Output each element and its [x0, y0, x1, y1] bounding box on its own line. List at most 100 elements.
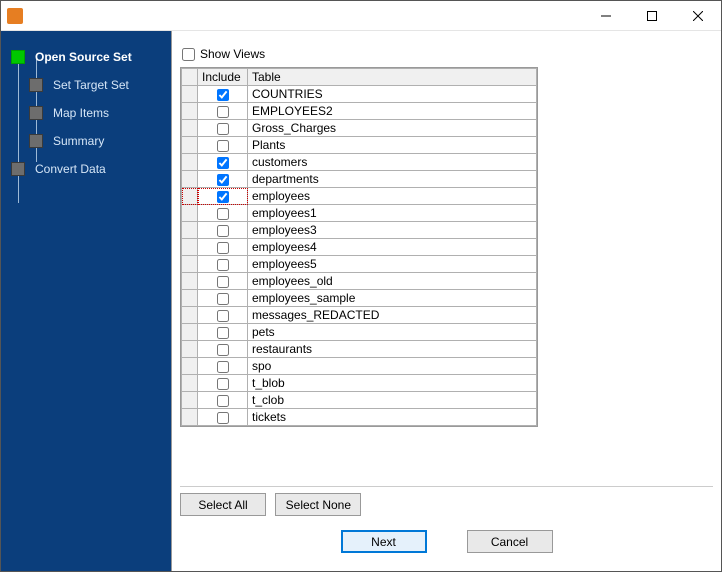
- select-all-button[interactable]: Select All: [180, 493, 266, 516]
- include-checkbox[interactable]: [217, 242, 229, 254]
- include-checkbox[interactable]: [217, 361, 229, 373]
- table-row[interactable]: messages_REDACTED: [182, 307, 537, 324]
- table-name-cell[interactable]: customers: [248, 154, 537, 171]
- include-cell[interactable]: [198, 273, 248, 290]
- row-gutter[interactable]: [182, 86, 198, 103]
- include-checkbox[interactable]: [217, 293, 229, 305]
- table-row[interactable]: employees: [182, 188, 537, 205]
- row-gutter[interactable]: [182, 222, 198, 239]
- close-button[interactable]: [675, 1, 721, 31]
- include-checkbox[interactable]: [217, 174, 229, 186]
- table-name-cell[interactable]: employees5: [248, 256, 537, 273]
- include-checkbox[interactable]: [217, 123, 229, 135]
- row-gutter[interactable]: [182, 358, 198, 375]
- table-row[interactable]: spo: [182, 358, 537, 375]
- include-cell[interactable]: [198, 409, 248, 426]
- include-cell[interactable]: [198, 307, 248, 324]
- table-name-cell[interactable]: employees4: [248, 239, 537, 256]
- include-cell[interactable]: [198, 222, 248, 239]
- table-name-cell[interactable]: tickets: [248, 409, 537, 426]
- row-gutter[interactable]: [182, 103, 198, 120]
- table-row[interactable]: tickets: [182, 409, 537, 426]
- wizard-step[interactable]: Open Source Set: [1, 43, 171, 71]
- include-cell[interactable]: [198, 324, 248, 341]
- table-name-cell[interactable]: employees_old: [248, 273, 537, 290]
- table-row[interactable]: pets: [182, 324, 537, 341]
- maximize-button[interactable]: [629, 1, 675, 31]
- table-name-cell[interactable]: spo: [248, 358, 537, 375]
- table-row[interactable]: employees3: [182, 222, 537, 239]
- table-row[interactable]: t_clob: [182, 392, 537, 409]
- include-cell[interactable]: [198, 188, 248, 205]
- show-views-input[interactable]: [182, 48, 195, 61]
- include-checkbox[interactable]: [217, 140, 229, 152]
- row-gutter[interactable]: [182, 205, 198, 222]
- table-name-cell[interactable]: employees_sample: [248, 290, 537, 307]
- table-row[interactable]: employees1: [182, 205, 537, 222]
- table-row[interactable]: t_blob: [182, 375, 537, 392]
- cancel-button[interactable]: Cancel: [467, 530, 553, 553]
- col-table[interactable]: Table: [248, 69, 537, 86]
- include-cell[interactable]: [198, 137, 248, 154]
- wizard-step[interactable]: Set Target Set: [1, 71, 171, 99]
- table-row[interactable]: COUNTRIES: [182, 86, 537, 103]
- table-row[interactable]: Plants: [182, 137, 537, 154]
- include-checkbox[interactable]: [217, 89, 229, 101]
- include-checkbox[interactable]: [217, 106, 229, 118]
- include-cell[interactable]: [198, 375, 248, 392]
- include-cell[interactable]: [198, 86, 248, 103]
- include-cell[interactable]: [198, 171, 248, 188]
- table-name-cell[interactable]: t_blob: [248, 375, 537, 392]
- include-checkbox[interactable]: [217, 378, 229, 390]
- row-gutter[interactable]: [182, 409, 198, 426]
- include-cell[interactable]: [198, 120, 248, 137]
- show-views-checkbox[interactable]: Show Views: [182, 47, 711, 61]
- table-row[interactable]: EMPLOYEES2: [182, 103, 537, 120]
- include-cell[interactable]: [198, 256, 248, 273]
- table-row[interactable]: customers: [182, 154, 537, 171]
- include-cell[interactable]: [198, 358, 248, 375]
- include-checkbox[interactable]: [217, 276, 229, 288]
- include-checkbox[interactable]: [217, 395, 229, 407]
- include-cell[interactable]: [198, 290, 248, 307]
- include-cell[interactable]: [198, 239, 248, 256]
- table-row[interactable]: restaurants: [182, 341, 537, 358]
- table-name-cell[interactable]: Plants: [248, 137, 537, 154]
- table-row[interactable]: employees4: [182, 239, 537, 256]
- include-checkbox[interactable]: [217, 259, 229, 271]
- table-name-cell[interactable]: t_clob: [248, 392, 537, 409]
- row-gutter[interactable]: [182, 324, 198, 341]
- row-gutter[interactable]: [182, 307, 198, 324]
- next-button[interactable]: Next: [341, 530, 427, 553]
- row-gutter[interactable]: [182, 290, 198, 307]
- table-row[interactable]: employees_sample: [182, 290, 537, 307]
- table-row[interactable]: departments: [182, 171, 537, 188]
- row-gutter[interactable]: [182, 154, 198, 171]
- row-gutter[interactable]: [182, 171, 198, 188]
- table-name-cell[interactable]: EMPLOYEES2: [248, 103, 537, 120]
- table-name-cell[interactable]: departments: [248, 171, 537, 188]
- table-name-cell[interactable]: COUNTRIES: [248, 86, 537, 103]
- row-gutter[interactable]: [182, 137, 198, 154]
- row-gutter[interactable]: [182, 188, 198, 205]
- table-name-cell[interactable]: restaurants: [248, 341, 537, 358]
- table-name-cell[interactable]: Gross_Charges: [248, 120, 537, 137]
- include-checkbox[interactable]: [217, 225, 229, 237]
- table-row[interactable]: employees5: [182, 256, 537, 273]
- include-checkbox[interactable]: [217, 310, 229, 322]
- table-row[interactable]: Gross_Charges: [182, 120, 537, 137]
- include-cell[interactable]: [198, 392, 248, 409]
- wizard-step[interactable]: Convert Data: [1, 155, 171, 183]
- row-gutter[interactable]: [182, 341, 198, 358]
- minimize-button[interactable]: [583, 1, 629, 31]
- table-name-cell[interactable]: pets: [248, 324, 537, 341]
- row-gutter[interactable]: [182, 120, 198, 137]
- wizard-step[interactable]: Summary: [1, 127, 171, 155]
- row-gutter[interactable]: [182, 256, 198, 273]
- row-gutter[interactable]: [182, 375, 198, 392]
- include-checkbox[interactable]: [217, 327, 229, 339]
- select-none-button[interactable]: Select None: [275, 493, 361, 516]
- include-checkbox[interactable]: [217, 157, 229, 169]
- table-row[interactable]: employees_old: [182, 273, 537, 290]
- table-name-cell[interactable]: employees3: [248, 222, 537, 239]
